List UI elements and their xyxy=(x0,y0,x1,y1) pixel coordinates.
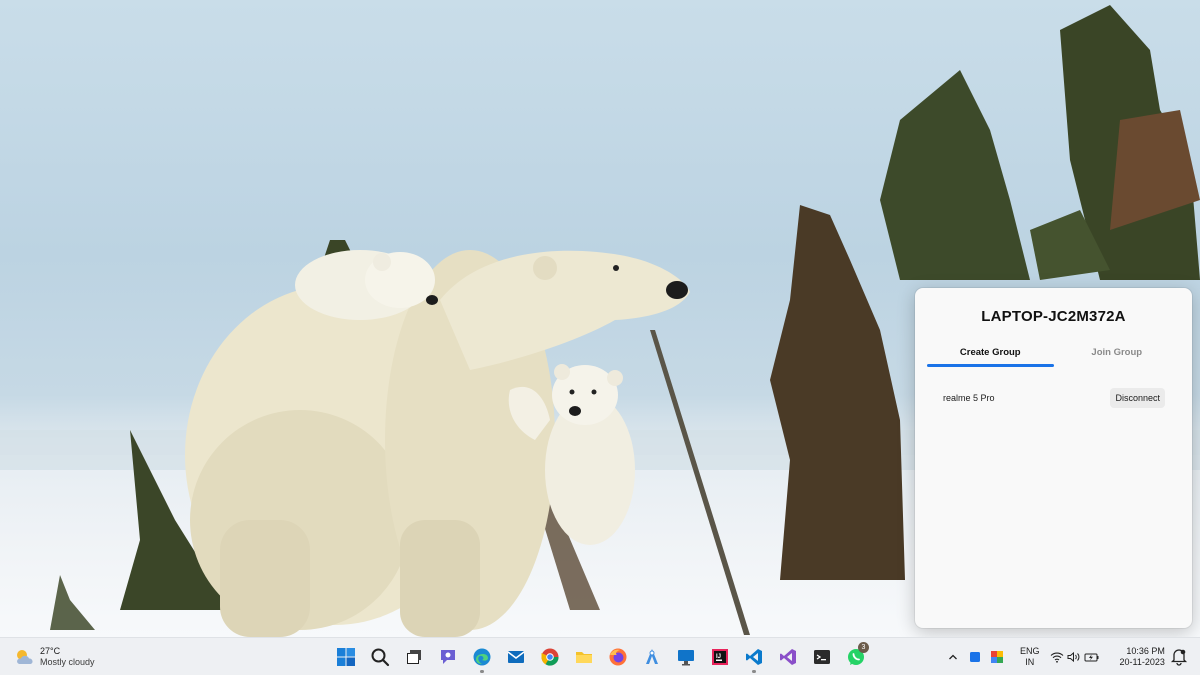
taskbar: 27°C Mostly cloudy IJ 3 ENG IN 10:36 PM … xyxy=(0,637,1200,675)
tray-app-blue[interactable] xyxy=(964,646,986,668)
connected-device-name: realme 5 Pro xyxy=(943,393,995,403)
android-studio-icon xyxy=(646,649,658,664)
file-explorer-button[interactable] xyxy=(567,640,601,674)
visual-studio-icon xyxy=(780,649,796,665)
tab-create-group[interactable]: Create Group xyxy=(927,346,1054,374)
monitor-icon xyxy=(678,650,694,666)
device-name-title: LAPTOP-JC2M372A xyxy=(981,308,1126,325)
terminal-icon xyxy=(814,650,830,664)
whatsapp-button[interactable]: 3 xyxy=(839,640,873,674)
battery-charging-icon xyxy=(1084,653,1099,662)
chat-button[interactable] xyxy=(431,640,465,674)
task-view-button[interactable] xyxy=(397,640,431,674)
svg-text:IJ: IJ xyxy=(716,654,721,660)
weather-widget[interactable]: 27°C Mostly cloudy xyxy=(14,644,95,670)
tab-create-group-label: Create Group xyxy=(959,347,1021,358)
mail-button[interactable] xyxy=(499,640,533,674)
teams-chat-icon xyxy=(441,650,455,664)
remote-desktop-button[interactable] xyxy=(669,640,703,674)
chrome-button[interactable] xyxy=(533,640,567,674)
task-view-icon xyxy=(407,650,421,664)
disconnect-button[interactable]: Disconnect xyxy=(1110,388,1165,408)
android-studio-button[interactable] xyxy=(635,640,669,674)
clock-time: 10:36 PM xyxy=(1126,646,1165,656)
clock[interactable]: 10:36 PM 20-11-2023 xyxy=(1120,646,1165,668)
language-code: ENG xyxy=(1020,646,1040,656)
partly-cloudy-icon xyxy=(17,650,33,664)
weather-description: Mostly cloudy xyxy=(40,657,95,667)
running-indicator xyxy=(752,670,756,673)
visual-studio-button[interactable] xyxy=(771,640,805,674)
running-indicator xyxy=(480,670,484,673)
input-language-indicator[interactable]: ENG IN xyxy=(1020,646,1040,668)
system-tray: ENG IN 10:36 PM 20-11-2023 xyxy=(942,638,1165,675)
terminal-button[interactable] xyxy=(805,640,839,674)
notification-center-button[interactable] xyxy=(1170,647,1188,667)
active-tab-indicator xyxy=(927,364,1054,367)
firefox-icon xyxy=(609,648,627,666)
volume-icon xyxy=(1067,651,1079,663)
colorful-app-icon xyxy=(991,651,1003,663)
notification-count-badge: 3 xyxy=(858,642,869,653)
mail-icon xyxy=(507,651,525,663)
wifi-direct-panel: LAPTOP-JC2M372A Create Group Join Group … xyxy=(915,288,1192,628)
edge-button[interactable] xyxy=(465,640,499,674)
bell-notification-icon xyxy=(1170,649,1188,666)
vscode-icon xyxy=(746,649,762,665)
tray-app-meet[interactable] xyxy=(986,646,1008,668)
connected-device-row: realme 5 Pro Disconnect xyxy=(943,387,1165,409)
firefox-button[interactable] xyxy=(601,640,635,674)
clock-date: 20-11-2023 xyxy=(1119,657,1165,667)
taskbar-apps: IJ 3 xyxy=(329,638,873,675)
folder-icon xyxy=(576,652,592,663)
jetbrains-button[interactable]: IJ xyxy=(703,640,737,674)
tab-join-group-label: Join Group xyxy=(1091,347,1143,358)
search-icon xyxy=(371,648,390,667)
show-hidden-icons-button[interactable] xyxy=(942,646,964,668)
windows-start-icon xyxy=(337,648,355,666)
search-button[interactable] xyxy=(363,640,397,674)
edge-icon xyxy=(473,648,491,666)
jetbrains-icon: IJ xyxy=(712,649,728,665)
vs-code-button[interactable] xyxy=(737,640,771,674)
weather-temperature: 27°C xyxy=(40,646,61,656)
quick-settings-button[interactable] xyxy=(1050,651,1100,663)
chevron-up-icon xyxy=(949,654,957,660)
wifi-icon xyxy=(1050,652,1063,663)
group-tabs: Create Group Join Group xyxy=(927,346,1180,374)
region-code: IN xyxy=(1025,657,1035,667)
chrome-icon xyxy=(541,648,559,666)
tab-join-group[interactable]: Join Group xyxy=(1054,346,1181,374)
start-button[interactable] xyxy=(329,640,363,674)
blue-note-icon xyxy=(970,652,980,662)
